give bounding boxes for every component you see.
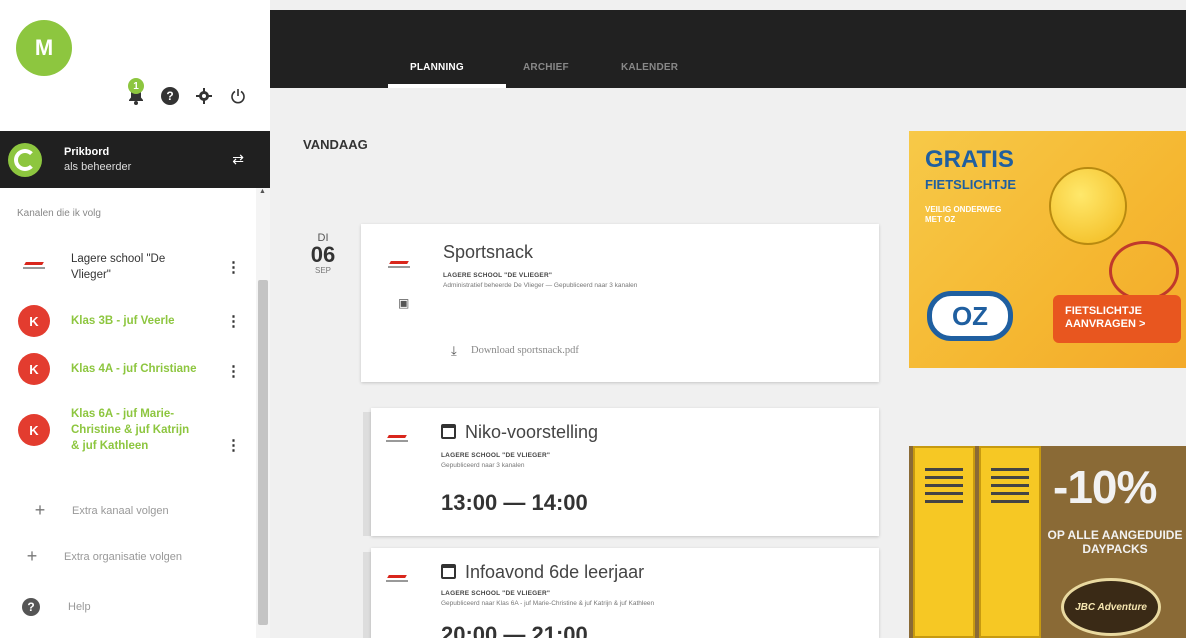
ad-discount: -10% — [1053, 461, 1157, 513]
sidebar-scrollbar-thumb[interactable] — [258, 280, 268, 625]
channel-badge: K — [18, 414, 50, 446]
gear-icon[interactable] — [194, 86, 214, 106]
download-icon[interactable]: ⤓ — [451, 343, 457, 359]
oz-logo: OZ — [927, 291, 1013, 341]
channel-name: Klas 4A - juf Christiane — [71, 363, 197, 375]
calendar-icon — [441, 424, 456, 439]
post-school: LAGERE SCHOOL "DE VLIEGER" — [441, 452, 551, 459]
add-channel-button[interactable]: + Extra kanaal volgen — [30, 500, 169, 521]
tab-kalender[interactable]: KALENDER — [621, 62, 678, 73]
followed-channels-label: Kanalen die ik volg — [17, 208, 101, 219]
locker-illustration — [913, 446, 975, 638]
channel-name: Klas 3B - juf Veerle — [71, 315, 175, 327]
channel-menu-icon[interactable]: ⋮ — [226, 436, 241, 454]
post-school: LAGERE SCHOOL "DE VLIEGER" — [441, 590, 551, 597]
help-circle-icon[interactable]: ? — [160, 86, 180, 106]
advertisement-daypacks[interactable]: -10% OP ALLE AANGEDUIDE DAYPACKS JBC Adv… — [909, 446, 1186, 638]
school-logo-icon — [377, 420, 417, 460]
plus-icon: + — [26, 546, 38, 566]
prikbord-title: Prikbord — [64, 145, 110, 158]
plus-icon: + — [34, 500, 46, 520]
ad-subhead: FIETSLICHTJE — [925, 177, 1017, 192]
channel-badge: K — [18, 353, 50, 385]
post-card-niko[interactable]: Niko-voorstelling LAGERE SCHOOL "DE VLIE… — [371, 408, 879, 536]
add-organisation-label: Extra organisatie volgen — [64, 550, 183, 563]
event-time: 20:00 — 21:00 — [441, 622, 588, 638]
event-left-bar — [363, 412, 371, 536]
download-link[interactable]: Download sportsnack.pdf — [471, 345, 579, 356]
post-title: Infoavond 6de leerjaar — [441, 562, 644, 583]
section-title: VANDAAG — [303, 137, 368, 152]
help-icon: ? — [22, 598, 40, 616]
tab-archief[interactable]: ARCHIEF — [523, 62, 569, 73]
locker-illustration — [979, 446, 1041, 638]
date-block: DI 06 SEP — [300, 232, 346, 275]
help-label: Help — [68, 601, 91, 613]
post-meta: Administratief beheerde De Vlieger — Gep… — [443, 282, 638, 289]
prikbord-subtitle: als beheerder — [64, 160, 132, 173]
power-icon[interactable] — [228, 86, 248, 106]
notifications-bell-icon[interactable]: 1 — [126, 78, 146, 106]
ad-cta-button[interactable]: FIETSLICHTJE AANVRAGEN > — [1053, 295, 1181, 343]
prikbord-header[interactable]: Prikbord als beheerder ⇄ — [0, 131, 270, 188]
post-school: LAGERE SCHOOL "DE VLIEGER" — [443, 272, 553, 279]
school-logo-icon — [17, 250, 51, 284]
event-time: 13:00 — 14:00 — [441, 490, 588, 515]
sidebar-toolbar: 1 ? — [126, 78, 248, 106]
top-nav-bar: PLANNING ARCHIEF KALENDER — [270, 10, 1186, 88]
tab-planning[interactable]: PLANNING — [410, 62, 464, 73]
channel-name: Lagere school "De Vlieger" — [71, 253, 166, 281]
add-channel-label: Extra kanaal volgen — [72, 504, 169, 517]
channel-item-klas-4a[interactable]: K Klas 4A - juf Christiane ⋮ — [0, 352, 250, 386]
event-left-bar — [363, 552, 371, 638]
post-card-sportsnack[interactable]: ▣ Sportsnack LAGERE SCHOOL "DE VLIEGER" … — [361, 224, 879, 382]
channel-name: Klas 6A - juf Marie-Christine & juf Katr… — [71, 408, 190, 452]
avatar[interactable]: M — [16, 20, 72, 76]
date-month: SEP — [314, 266, 331, 275]
help-link[interactable]: ? Help — [22, 598, 91, 616]
school-logo-icon — [379, 246, 419, 286]
calendar-icon — [441, 564, 456, 579]
active-tab-indicator — [388, 84, 506, 88]
channel-item-klas-6a[interactable]: K Klas 6A - juf Marie-Christine & juf Ka… — [0, 406, 250, 454]
attachment-icon: ▣ — [398, 296, 410, 310]
scroll-up-arrow-icon[interactable]: ▲ — [259, 188, 266, 195]
ad-headline: GRATIS — [925, 146, 1014, 173]
channel-menu-icon[interactable]: ⋮ — [226, 362, 241, 380]
post-title-text: Niko-voorstelling — [465, 422, 599, 442]
school-logo-icon — [377, 560, 417, 600]
brand-badge: JBC Adventure — [1061, 578, 1161, 636]
channel-menu-icon[interactable]: ⋮ — [226, 258, 241, 276]
add-organisation-button[interactable]: + Extra organisatie volgen — [22, 546, 182, 567]
channel-badge: K — [18, 305, 50, 337]
bicycle-illustration — [1109, 241, 1179, 301]
ad-discount-text: OP ALLE AANGEDUIDE DAYPACKS — [1047, 528, 1183, 556]
post-meta: Gepubliceerd naar Klas 6A - juf Marie-Ch… — [441, 600, 655, 607]
post-title: Sportsnack — [443, 242, 534, 262]
sidebar: M 1 ? Prikbord als beheerder ⇄ ▲ Kanalen… — [0, 0, 270, 638]
advertisement-oz[interactable]: GRATIS FIETSLICHTJE VEILIG ONDERWEG MET … — [909, 131, 1186, 368]
switch-arrows-icon[interactable]: ⇄ — [232, 151, 244, 168]
post-meta: Gepubliceerd naar 3 kanalen — [441, 462, 525, 469]
mascot-illustration — [1049, 167, 1127, 245]
date-day: 06 — [310, 242, 336, 267]
post-card-infoavond[interactable]: Infoavond 6de leerjaar LAGERE SCHOOL "DE… — [371, 548, 879, 638]
post-title: Niko-voorstelling — [441, 422, 598, 443]
channel-item-school[interactable]: Lagere school "De Vlieger" ⋮ — [0, 250, 250, 284]
channel-menu-icon[interactable]: ⋮ — [226, 312, 241, 330]
prikbord-logo-icon — [8, 142, 42, 177]
post-title-text: Infoavond 6de leerjaar — [465, 562, 645, 582]
ad-tagline: VEILIG ONDERWEG MET OZ — [925, 205, 1002, 224]
channel-item-klas-3b[interactable]: K Klas 3B - juf Veerle ⋮ — [0, 304, 250, 338]
notification-count-badge: 1 — [128, 78, 144, 94]
